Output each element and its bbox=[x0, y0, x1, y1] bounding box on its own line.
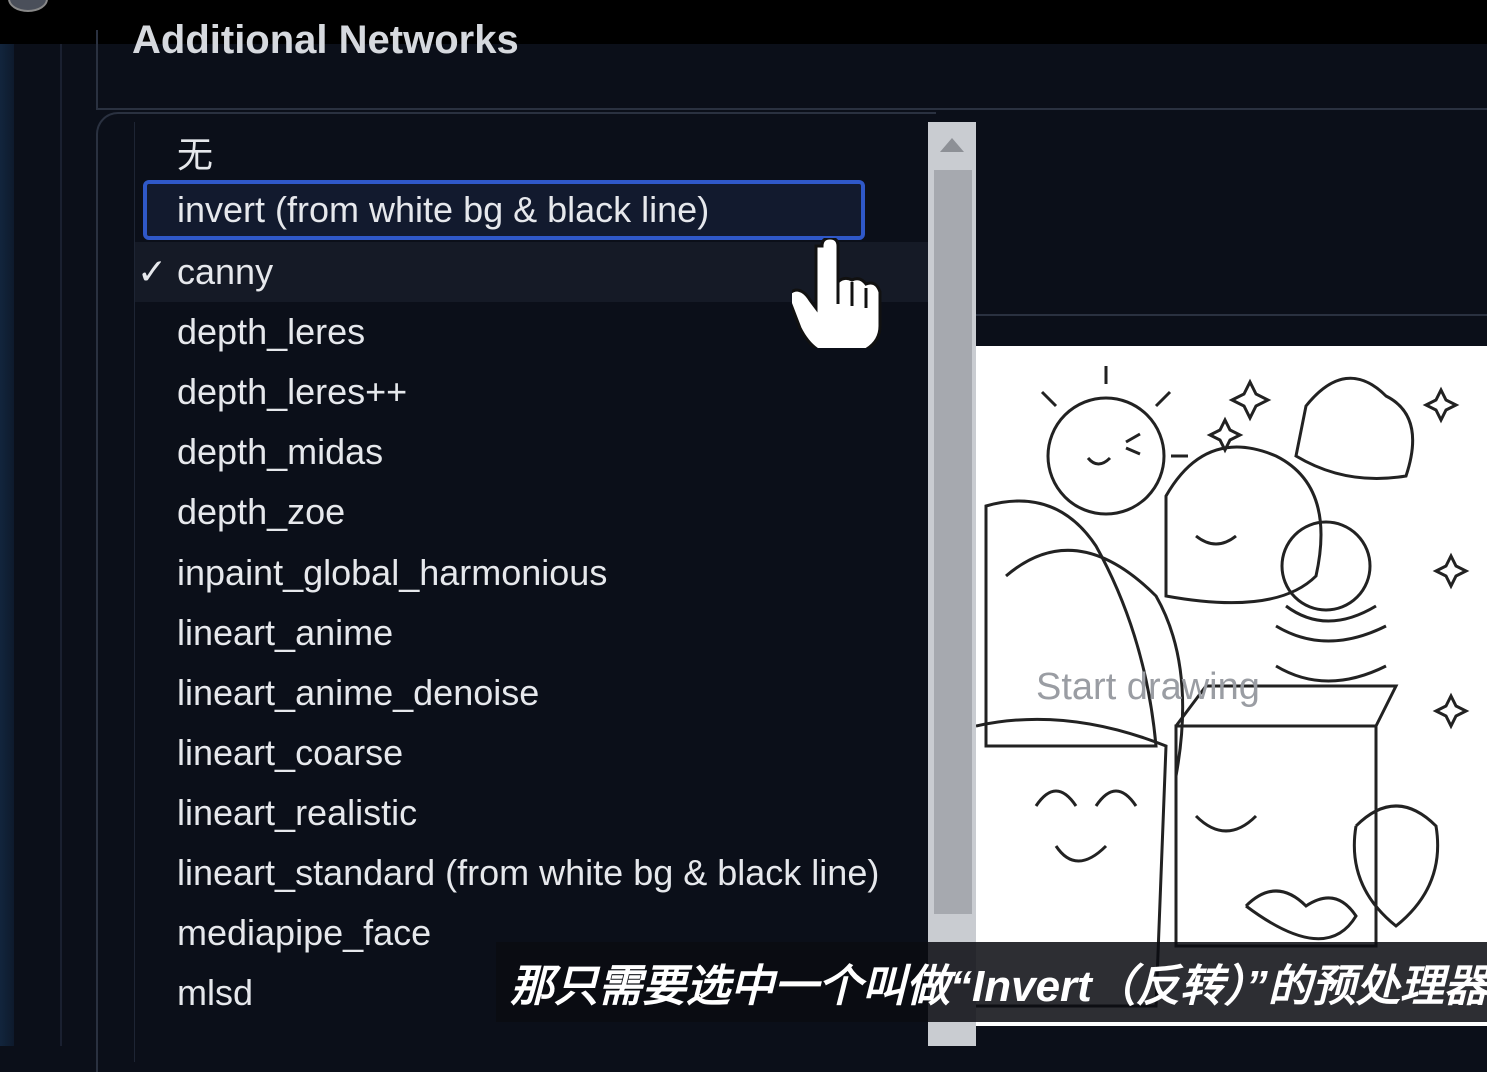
dropdown-option[interactable]: inpaint_global_harmonious bbox=[135, 543, 929, 603]
canvas-placeholder: Start drawing bbox=[1036, 666, 1260, 708]
option-label: lineart_anime bbox=[177, 612, 394, 653]
dropdown-option[interactable]: lineart_anime bbox=[135, 603, 929, 663]
option-label: lineart_anime_denoise bbox=[177, 672, 540, 713]
dropdown-option[interactable]: depth_midas bbox=[135, 422, 929, 482]
dropdown-option[interactable]: lineart_anime_denoise bbox=[135, 663, 929, 723]
dropdown-option[interactable]: depth_zoe bbox=[135, 482, 929, 542]
option-label: invert (from white bg & black line) bbox=[177, 189, 710, 230]
option-label: mediapipe_face bbox=[177, 912, 432, 953]
avatar bbox=[8, 0, 48, 12]
checkmark-icon: ✓ bbox=[137, 251, 168, 292]
option-label: canny bbox=[177, 251, 274, 292]
dropdown-option[interactable]: lineart_standard (from white bg & black … bbox=[135, 843, 929, 903]
dropdown-option[interactable]: lineart_realistic bbox=[135, 783, 929, 843]
option-label: lineart_coarse bbox=[177, 732, 404, 773]
hand-pointer-cursor-icon bbox=[792, 238, 882, 348]
option-label: depth_midas bbox=[177, 431, 384, 472]
scrollbar-thumb[interactable] bbox=[934, 170, 972, 914]
dropdown-option-focused[interactable]: invert (from white bg & black line) bbox=[143, 180, 865, 240]
dropdown-option[interactable]: 无 bbox=[135, 122, 929, 182]
scroll-up-arrow-icon[interactable] bbox=[940, 138, 964, 152]
dropdown-option[interactable]: lineart_coarse bbox=[135, 723, 929, 783]
option-label: lineart_realistic bbox=[177, 792, 418, 833]
option-label: 无 bbox=[177, 134, 214, 175]
section-title[interactable]: Additional Networks bbox=[132, 18, 519, 63]
option-label: lineart_standard (from white bg & black … bbox=[177, 852, 880, 893]
option-label: depth_leres bbox=[177, 311, 366, 352]
dropdown-option[interactable]: depth_leres++ bbox=[135, 362, 929, 422]
left-rail bbox=[0, 44, 14, 1046]
video-subtitle: 那只需要选中一个叫做“Invert（反转）”的预处理器 bbox=[496, 942, 1487, 1022]
option-label: inpaint_global_harmonious bbox=[177, 552, 608, 593]
divider bbox=[60, 44, 62, 1046]
option-label: depth_leres++ bbox=[177, 371, 408, 412]
option-label: depth_zoe bbox=[177, 491, 346, 532]
option-label: mlsd bbox=[177, 972, 254, 1013]
